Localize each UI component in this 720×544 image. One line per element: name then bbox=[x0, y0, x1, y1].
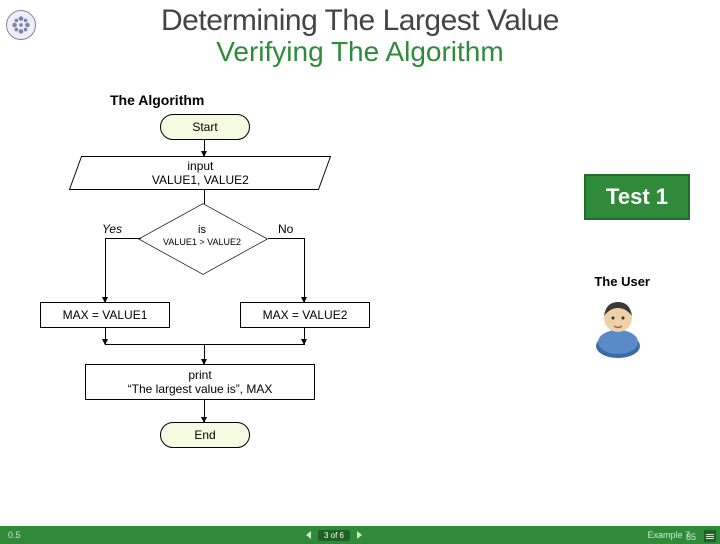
flow-decision-line1: is bbox=[135, 224, 269, 236]
arrow bbox=[204, 344, 205, 364]
footer-page: 85 bbox=[686, 532, 696, 542]
section-heading: The Algorithm bbox=[110, 92, 204, 108]
footer-example: Example 7 bbox=[647, 530, 690, 540]
decision-yes-label: Yes bbox=[102, 222, 122, 236]
footer-version: 0.5 bbox=[8, 530, 21, 540]
flow-start: Start bbox=[160, 114, 250, 140]
flow-decision: is VALUE1 > VALUE2 bbox=[135, 208, 269, 268]
footer-progress: 3 of 6 bbox=[318, 530, 350, 541]
logo-icon bbox=[6, 10, 36, 40]
arrow bbox=[105, 328, 106, 344]
flow-print: print “The largest value is”, MAX bbox=[85, 364, 315, 400]
user-label: The User bbox=[594, 274, 650, 289]
arrow bbox=[204, 140, 205, 156]
footer-bar: 0.5 3 of 6 Example 7 85 bbox=[0, 526, 720, 544]
arrow bbox=[304, 328, 305, 344]
flow-print-line1: print bbox=[86, 368, 314, 382]
user-icon bbox=[586, 294, 650, 358]
next-icon[interactable] bbox=[354, 530, 364, 540]
flow-input-line2: VALUE1, VALUE2 bbox=[76, 173, 324, 187]
arrow bbox=[268, 238, 304, 239]
flowchart: Start input VALUE1, VALUE2 is VALUE1 > V… bbox=[20, 114, 440, 494]
flow-input-line1: input bbox=[76, 159, 324, 173]
flow-assign-right: MAX = VALUE2 bbox=[240, 302, 370, 328]
flow-assign-left: MAX = VALUE1 bbox=[40, 302, 170, 328]
arrow bbox=[304, 238, 305, 302]
arrow bbox=[105, 238, 106, 302]
flow-input: input VALUE1, VALUE2 bbox=[69, 156, 331, 190]
test-badge: Test 1 bbox=[584, 174, 690, 220]
flow-decision-line2: VALUE1 > VALUE2 bbox=[135, 236, 269, 248]
page-title: Determining The Largest Value bbox=[0, 4, 720, 38]
arrow bbox=[105, 238, 141, 239]
prev-icon[interactable] bbox=[304, 530, 314, 540]
flow-end: End bbox=[160, 422, 250, 448]
arrow bbox=[204, 400, 205, 422]
decision-no-label: No bbox=[278, 222, 293, 236]
page-subtitle: Verifying The Algorithm bbox=[0, 36, 720, 68]
flow-print-line2: “The largest value is”, MAX bbox=[86, 382, 314, 396]
arrow bbox=[105, 344, 305, 345]
menu-icon[interactable] bbox=[704, 530, 716, 542]
